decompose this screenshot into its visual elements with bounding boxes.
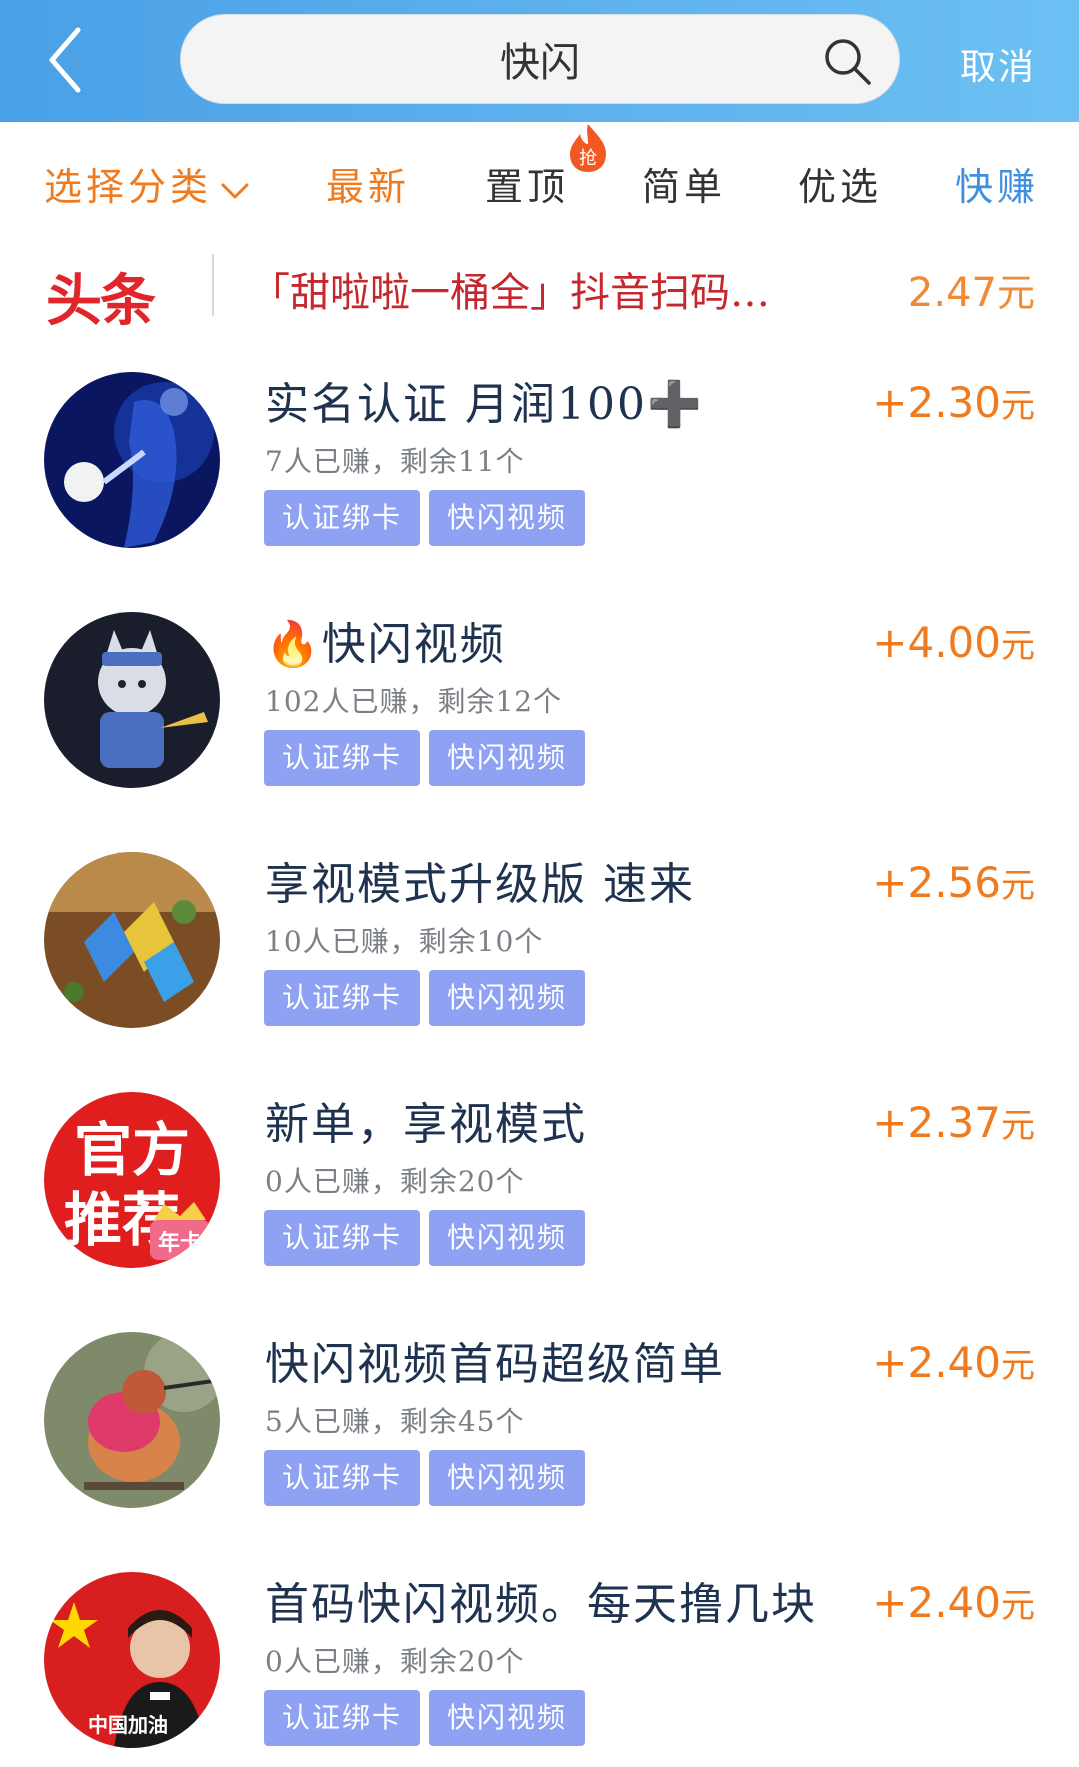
task-item[interactable]: 🔥快闪视频 102人已赚，剩余12个 认证绑卡 快闪视频 +4.00元 — [0, 578, 1079, 818]
task-item[interactable]: 实名认证 月润100➕ 7人已赚，剩余11个 认证绑卡 快闪视频 +2.30元 — [0, 338, 1079, 578]
avatar: 官方 推荐 年卡 — [44, 1092, 220, 1268]
reward-value: +2.30 — [872, 378, 1001, 427]
headline-price: 2.47元 — [908, 262, 1035, 317]
avatar: 中国加油 — [44, 1572, 220, 1748]
top-bar: 快闪 取消 — [0, 0, 1079, 122]
task-title: 🔥快闪视频 — [265, 619, 506, 670]
reward-unit: 元 — [1001, 386, 1035, 426]
task-reward: +2.30元 — [872, 378, 1035, 427]
reward-value: +4.00 — [872, 618, 1001, 667]
divider — [212, 254, 214, 316]
task-item[interactable]: 中国加油 首码快闪视频。每天撸几块 0人已赚，剩余20个 认证绑卡 快闪视频 +… — [0, 1538, 1079, 1767]
reward-value: +2.37 — [872, 1098, 1001, 1147]
reward-unit: 元 — [1001, 1586, 1035, 1626]
search-query: 快闪 — [500, 40, 580, 86]
tab-simple[interactable]: 简单 — [642, 156, 726, 211]
tag-verify-card: 认证绑卡 — [264, 1450, 420, 1506]
avatar-text: 官方 — [74, 1116, 190, 1184]
tab-latest[interactable]: 最新 — [326, 156, 410, 211]
task-stats: 102人已赚，剩余12个 — [265, 685, 563, 718]
task-title: 快闪视频首码超级简单 — [265, 1339, 725, 1390]
task-stats: 10人已赚，剩余10个 — [265, 925, 544, 958]
tab-quick-earn[interactable]: 快赚 — [955, 156, 1039, 211]
avatar — [44, 372, 220, 548]
tab-selected[interactable]: 优选 — [798, 156, 882, 211]
avatar — [44, 612, 220, 788]
task-stats: 7人已赚，剩余11个 — [265, 445, 525, 478]
task-title: 新单，享视模式 — [265, 1099, 587, 1150]
tag-kuaishan-video: 快闪视频 — [429, 490, 585, 546]
task-stats: 5人已赚，剩余45个 — [265, 1405, 525, 1438]
task-reward: +2.40元 — [872, 1338, 1035, 1387]
search-input[interactable]: 快闪 — [180, 14, 900, 104]
task-item[interactable]: 享视模式升级版 速来 10人已赚，剩余10个 认证绑卡 快闪视频 +2.56元 — [0, 818, 1079, 1058]
category-label: 选择分类 — [44, 165, 213, 209]
tag-verify-card: 认证绑卡 — [264, 1210, 420, 1266]
tag-kuaishan-video: 快闪视频 — [429, 1690, 585, 1746]
reward-value: +2.40 — [872, 1338, 1001, 1387]
task-reward: +2.40元 — [872, 1578, 1035, 1627]
task-reward: +2.37元 — [872, 1098, 1035, 1147]
reward-value: +2.56 — [872, 858, 1001, 907]
reward-unit: 元 — [1001, 1106, 1035, 1146]
avatar-badge-text: 年卡 — [158, 1230, 202, 1256]
reward-unit: 元 — [1001, 1346, 1035, 1386]
tag-verify-card: 认证绑卡 — [264, 970, 420, 1026]
tag-kuaishan-video: 快闪视频 — [429, 730, 585, 786]
back-arrow-icon — [49, 27, 81, 93]
cancel-button[interactable]: 取消 — [960, 38, 1036, 90]
tag-kuaishan-video: 快闪视频 — [429, 970, 585, 1026]
tag-verify-card: 认证绑卡 — [264, 490, 420, 546]
task-title: 享视模式升级版 速来 — [265, 859, 695, 910]
back-button[interactable] — [40, 22, 100, 98]
reward-value: +2.40 — [872, 1578, 1001, 1627]
task-stats: 0人已赚，剩余20个 — [265, 1165, 525, 1198]
tag-verify-card: 认证绑卡 — [264, 1690, 420, 1746]
hot-badge: 抢 — [566, 122, 610, 174]
tab-pinned[interactable]: 置顶 — [485, 156, 569, 211]
task-reward: +2.56元 — [872, 858, 1035, 907]
reward-unit: 元 — [1001, 626, 1035, 666]
category-selector[interactable]: 选择分类 — [44, 156, 250, 211]
task-title: 首码快闪视频。每天撸几块 — [265, 1579, 817, 1630]
tag-kuaishan-video: 快闪视频 — [429, 1450, 585, 1506]
headline-logo: 头条 — [46, 269, 156, 334]
task-stats: 0人已赚，剩余20个 — [265, 1645, 525, 1678]
headline-text[interactable]: 「甜啦啦一桶全」抖音扫码… — [250, 260, 860, 318]
headline-price-value: 2.47 — [907, 270, 997, 316]
avatar-text: 中国加油 — [88, 1713, 168, 1737]
headline-price-unit: 元 — [996, 271, 1035, 315]
task-item[interactable]: 快闪视频首码超级简单 5人已赚，剩余45个 认证绑卡 快闪视频 +2.40元 — [0, 1298, 1079, 1538]
task-item[interactable]: 官方 推荐 年卡 新单，享视模式 0人已赚，剩余20个 认证绑卡 快闪视频 +2… — [0, 1058, 1079, 1298]
task-reward: +4.00元 — [872, 618, 1035, 667]
tag-verify-card: 认证绑卡 — [264, 730, 420, 786]
reward-unit: 元 — [1001, 866, 1035, 906]
filter-tabs: 选择分类 最新 置顶 简单 优选 快赚 — [0, 122, 1079, 238]
avatar — [44, 1332, 220, 1508]
tag-kuaishan-video: 快闪视频 — [429, 1210, 585, 1266]
headline-row[interactable]: 头条 「甜啦啦一桶全」抖音扫码… 2.47元 — [0, 238, 1079, 338]
hot-badge-label: 抢 — [579, 148, 597, 169]
task-title: 实名认证 月润100➕ — [265, 379, 704, 430]
chevron-down-icon — [221, 183, 249, 198]
search-icon[interactable] — [821, 35, 873, 87]
avatar — [44, 852, 220, 1028]
